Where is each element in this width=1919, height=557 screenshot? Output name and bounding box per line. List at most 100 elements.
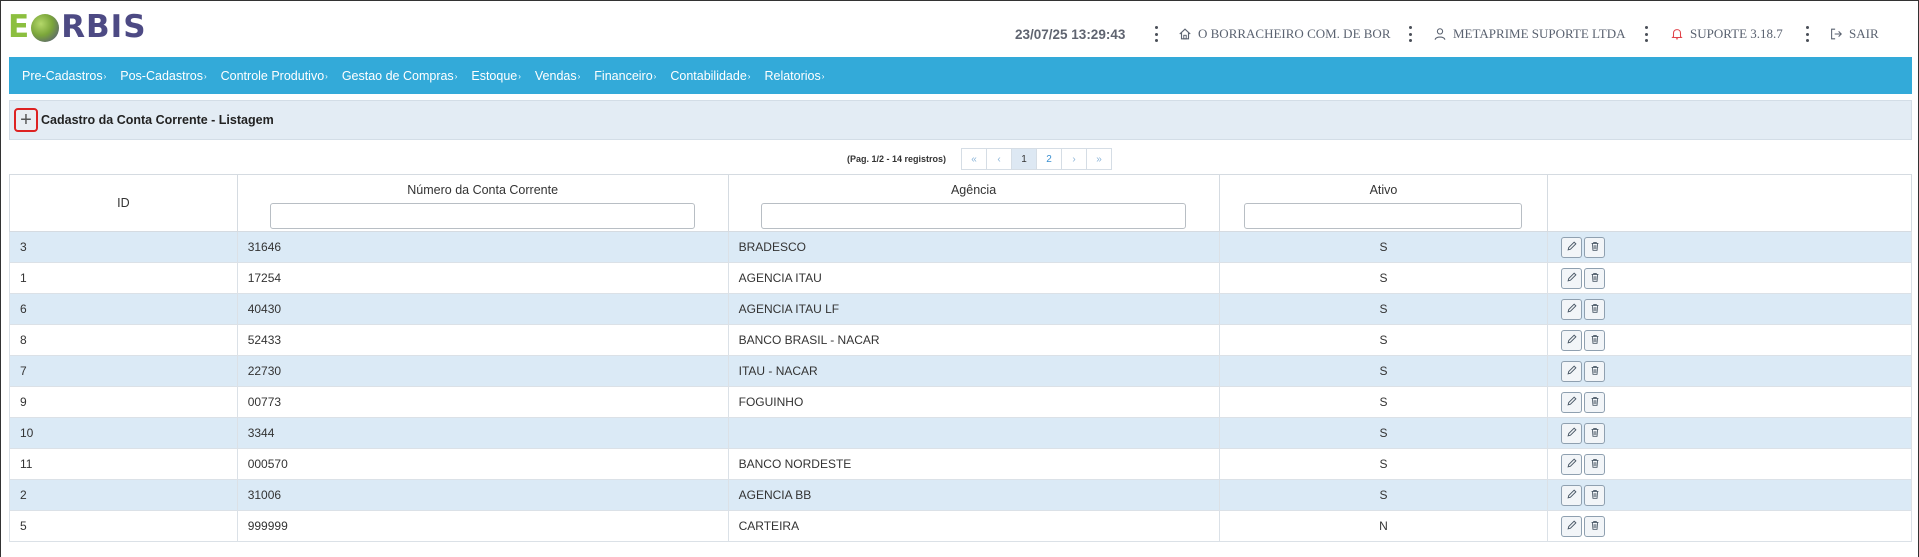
prev-page-button[interactable]: ‹ — [986, 148, 1013, 170]
nav-item-pos-cadastros[interactable]: Pos-Cadastros› — [120, 69, 206, 83]
trash-icon — [1589, 240, 1601, 255]
kebab-menu-icon[interactable] — [1805, 26, 1809, 42]
cell-id: 8 — [9, 324, 238, 356]
chevron-right-icon: › — [454, 71, 458, 81]
last-page-button[interactable]: » — [1086, 148, 1113, 170]
table-row[interactable]: 2 31006 AGENCIA BB S — [9, 479, 1912, 511]
column-header-actions — [1547, 174, 1912, 232]
cell-agencia: ITAU - NACAR — [727, 355, 1220, 387]
trash-icon — [1589, 488, 1601, 503]
nav-item-financeiro[interactable]: Financeiro› — [594, 69, 656, 83]
delete-button[interactable] — [1584, 236, 1606, 258]
add-button[interactable]: + — [14, 108, 38, 132]
cell-numero: 999999 — [236, 510, 729, 542]
company-selector[interactable]: O BORRACHEIRO COM. DE BOR — [1178, 24, 1391, 44]
logout-button[interactable]: SAIR — [1829, 24, 1879, 44]
cell-numero: 31646 — [236, 231, 729, 263]
edit-button[interactable] — [1561, 329, 1583, 351]
delete-button[interactable] — [1584, 422, 1606, 444]
edit-button[interactable] — [1561, 453, 1583, 475]
orbis-logo[interactable]: E RBIS — [8, 9, 147, 45]
table-row[interactable]: 7 22730 ITAU - NACAR S — [9, 355, 1912, 387]
table-row[interactable]: 5 999999 CARTEIRA N — [9, 510, 1912, 542]
cell-ativo: S — [1218, 355, 1549, 387]
edit-button[interactable] — [1561, 267, 1583, 289]
trash-icon — [1589, 302, 1601, 317]
table-row[interactable]: 1 17254 AGENCIA ITAU S — [9, 262, 1912, 294]
kebab-menu-icon[interactable] — [1154, 26, 1158, 42]
cell-agencia: AGENCIA BB — [727, 479, 1220, 511]
cell-actions — [1547, 293, 1912, 325]
cell-numero: 00773 — [236, 386, 729, 418]
notifications-version[interactable]: SUPORTE 3.18.7 — [1670, 24, 1783, 44]
edit-button[interactable] — [1561, 391, 1583, 413]
nav-item-controle-produtivo[interactable]: Controle Produtivo› — [221, 69, 328, 83]
logout-icon — [1831, 28, 1842, 40]
table-row[interactable]: 11 000570 BANCO NORDESTE S — [9, 448, 1912, 480]
chevron-right-icon: › — [203, 71, 207, 81]
cell-numero: 40430 — [236, 293, 729, 325]
cell-actions — [1547, 479, 1912, 511]
cell-agencia: FOGUINHO — [727, 386, 1220, 418]
cell-numero: 31006 — [236, 479, 729, 511]
datetime-display: 23/07/25 13:29:43 — [1015, 26, 1126, 42]
cell-actions — [1547, 386, 1912, 418]
nav-item-relatorios[interactable]: Relatorios› — [764, 69, 824, 83]
logout-label: SAIR — [1849, 26, 1879, 41]
page-title-bar: + Cadastro da Conta Corrente - Listagem — [9, 100, 1912, 140]
column-header-numero-label[interactable]: Número da Conta Corrente — [407, 183, 558, 197]
user-menu[interactable]: METAPRIME SUPORTE LTDA — [1433, 24, 1626, 44]
table-row[interactable]: 3 31646 BRADESCO S — [9, 231, 1912, 263]
delete-button[interactable] — [1584, 360, 1606, 382]
table-row[interactable]: 6 40430 AGENCIA ITAU LF S — [9, 293, 1912, 325]
cell-id: 5 — [9, 510, 238, 542]
page-button-1[interactable]: 1 — [1011, 148, 1038, 170]
cell-ativo: N — [1218, 510, 1549, 542]
filter-ativo-input[interactable] — [1244, 203, 1523, 229]
cell-agencia: AGENCIA ITAU — [727, 262, 1220, 294]
column-header-id[interactable]: ID — [9, 174, 238, 232]
delete-button[interactable] — [1584, 267, 1606, 289]
table-row[interactable]: 8 52433 BANCO BRASIL - NACAR S — [9, 324, 1912, 356]
version-label: SUPORTE 3.18.7 — [1690, 26, 1783, 41]
kebab-menu-icon[interactable] — [1408, 26, 1412, 42]
delete-button[interactable] — [1584, 391, 1606, 413]
kebab-menu-icon[interactable] — [1644, 26, 1648, 42]
nav-item-contabilidade[interactable]: Contabilidade› — [670, 69, 750, 83]
nav-item-vendas[interactable]: Vendas› — [535, 69, 580, 83]
page-title: Cadastro da Conta Corrente - Listagem — [41, 113, 274, 127]
delete-button[interactable] — [1584, 298, 1606, 320]
first-page-button[interactable]: « — [961, 148, 988, 170]
delete-button[interactable] — [1584, 329, 1606, 351]
table-row[interactable]: 10 3344 S — [9, 417, 1912, 449]
trash-icon — [1589, 457, 1601, 472]
chevron-right-icon: › — [103, 71, 107, 81]
cell-agencia: AGENCIA ITAU LF — [727, 293, 1220, 325]
column-header-ativo-label[interactable]: Ativo — [1370, 183, 1398, 197]
page-button-2[interactable]: 2 — [1036, 148, 1063, 170]
edit-button[interactable] — [1561, 515, 1583, 537]
pagination-info: (Pag. 1/2 - 14 registros) — [846, 154, 947, 164]
edit-button[interactable] — [1561, 360, 1583, 382]
column-header-agencia-label[interactable]: Agência — [951, 183, 996, 197]
next-page-button[interactable]: › — [1061, 148, 1088, 170]
filter-agencia-input[interactable] — [761, 203, 1187, 229]
delete-button[interactable] — [1584, 484, 1606, 506]
chevron-right-icon: › — [821, 71, 825, 81]
filter-numero-input[interactable] — [270, 203, 696, 229]
edit-button[interactable] — [1561, 422, 1583, 444]
pencil-icon — [1566, 333, 1578, 348]
delete-button[interactable] — [1584, 453, 1606, 475]
nav-item-pre-cadastros[interactable]: Pre-Cadastros› — [22, 69, 106, 83]
table-row[interactable]: 9 00773 FOGUINHO S — [9, 386, 1912, 418]
cell-ativo: S — [1218, 417, 1549, 449]
delete-button[interactable] — [1584, 515, 1606, 537]
edit-button[interactable] — [1561, 236, 1583, 258]
trash-icon — [1589, 333, 1601, 348]
column-header-ativo: Ativo — [1218, 174, 1549, 232]
nav-item-gestao-de-compras[interactable]: Gestao de Compras› — [342, 69, 458, 83]
nav-item-estoque[interactable]: Estoque› — [471, 69, 521, 83]
edit-button[interactable] — [1561, 484, 1583, 506]
edit-button[interactable] — [1561, 298, 1583, 320]
pencil-icon — [1566, 488, 1578, 503]
